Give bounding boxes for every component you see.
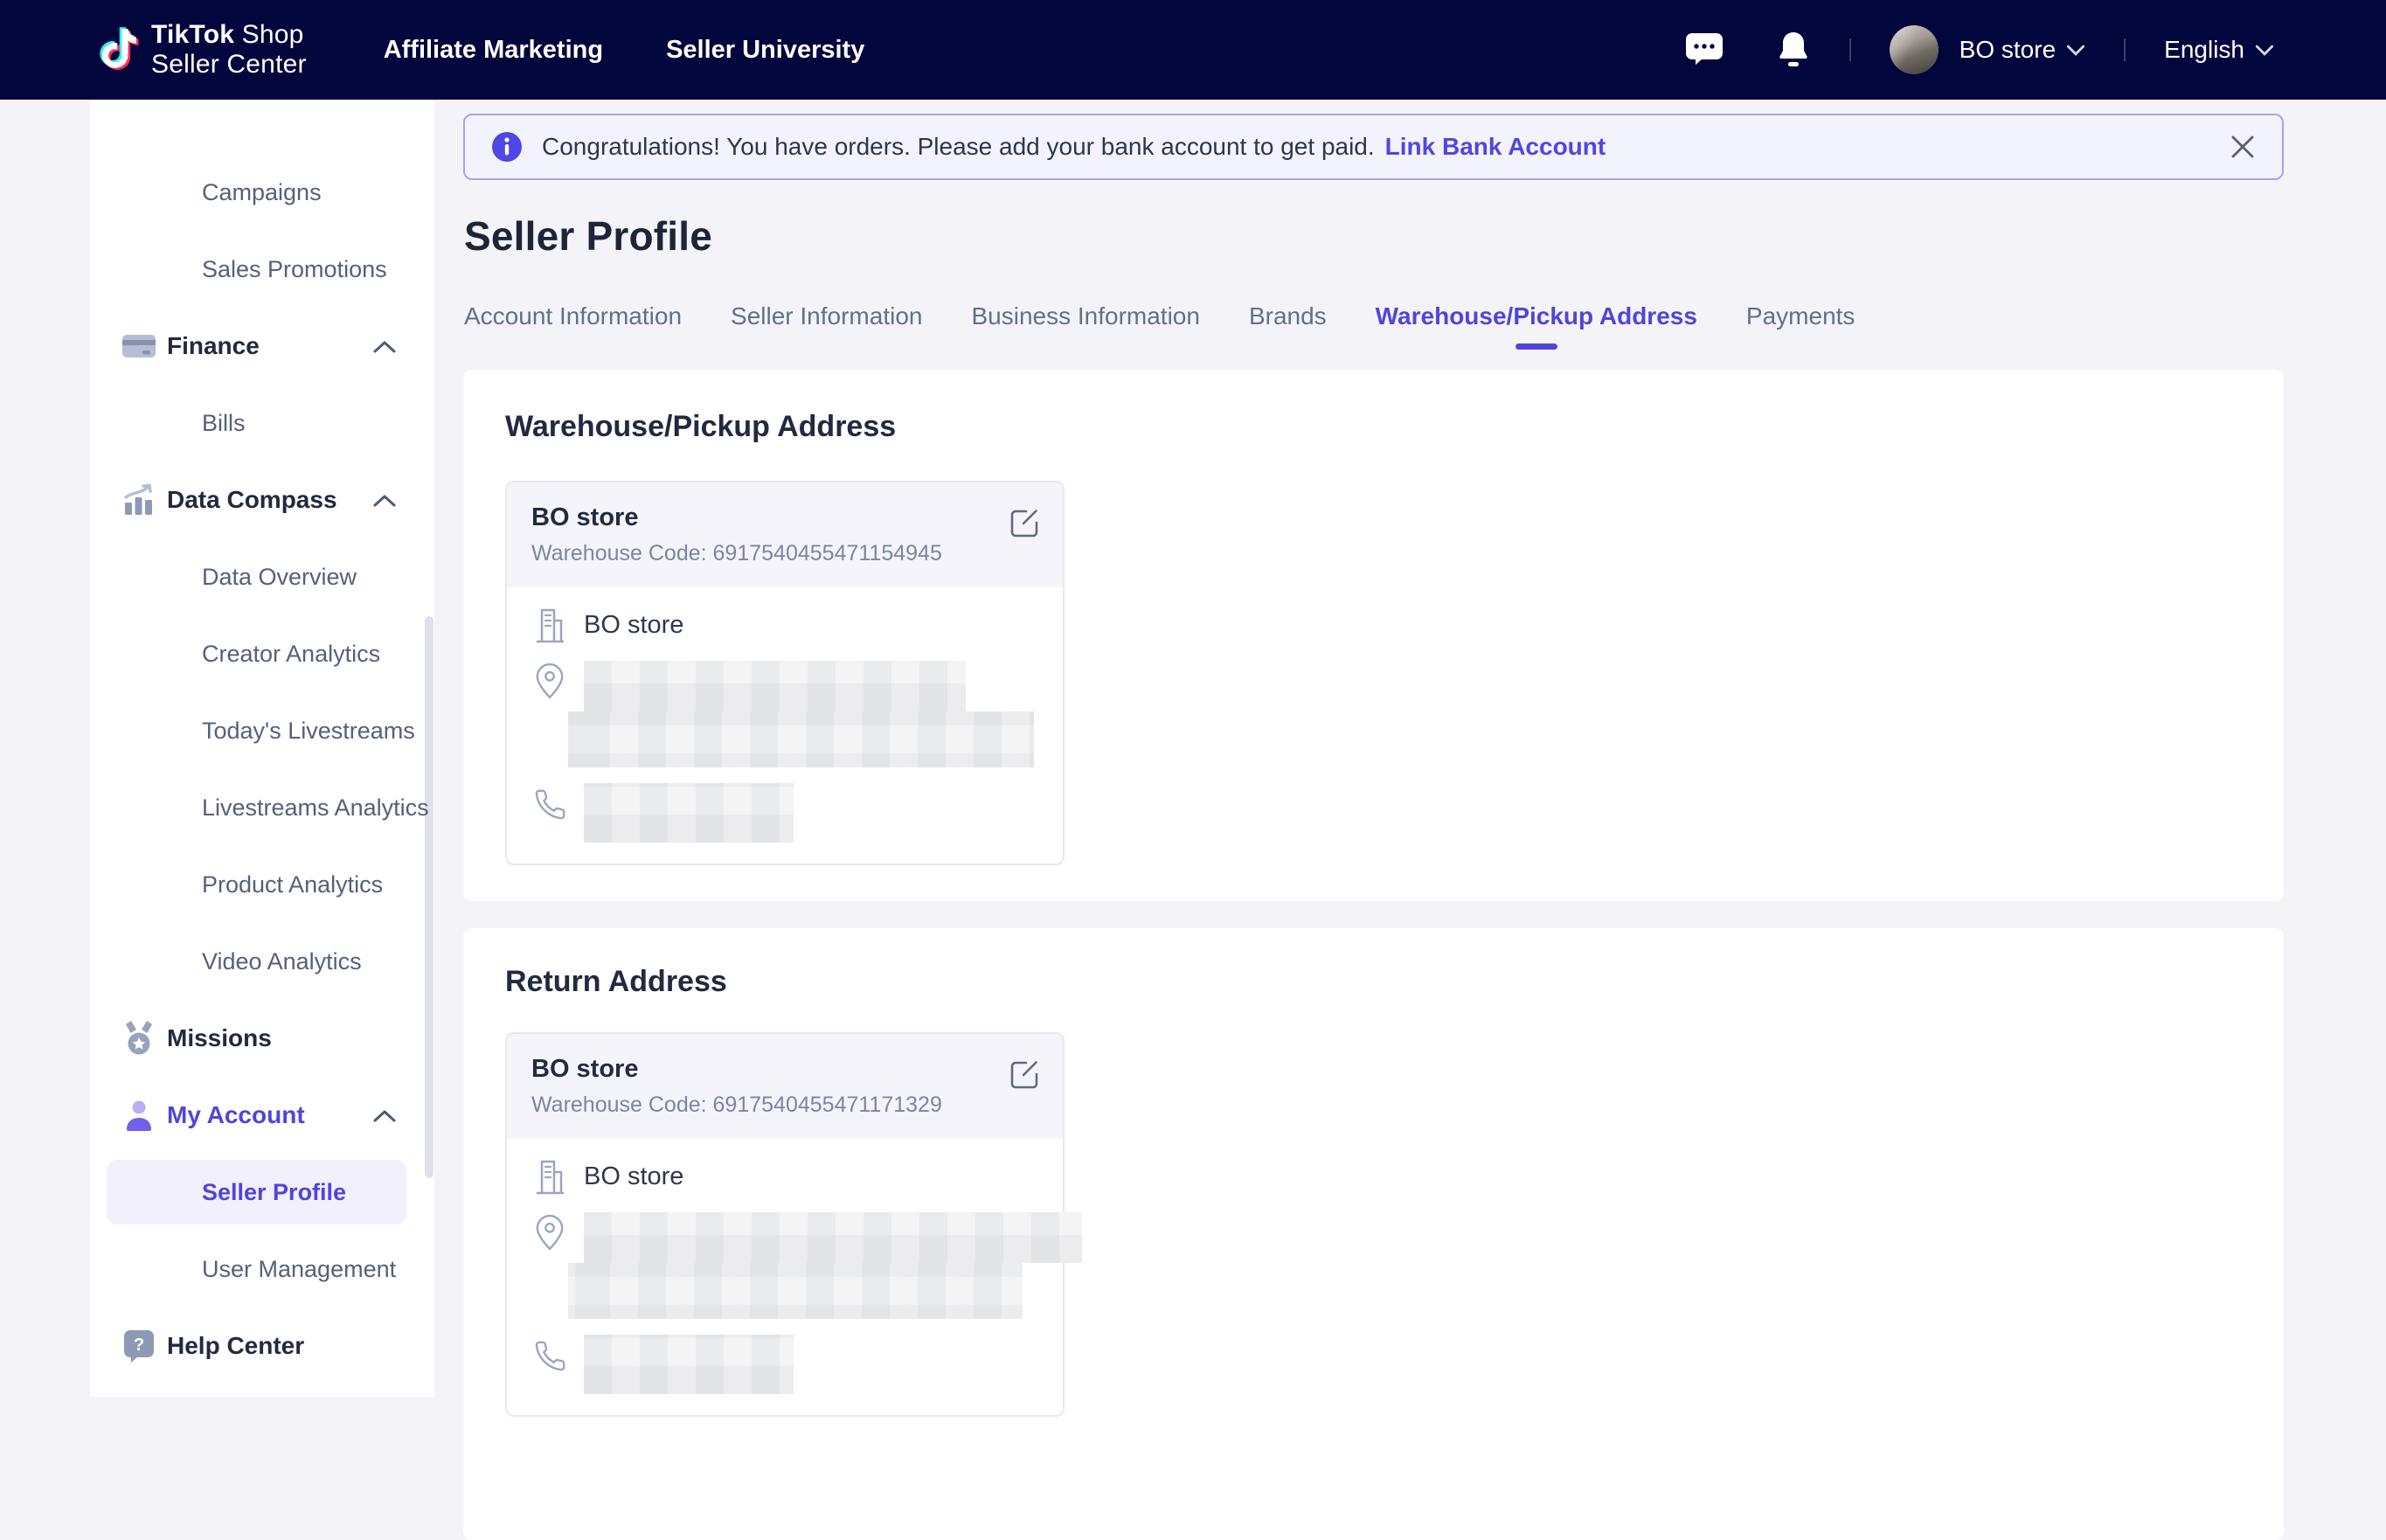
link-bank-account-link[interactable]: Link Bank Account [1385,133,1606,161]
divider [1849,38,1851,61]
location-pin-icon [531,662,568,699]
warehouse-address-card: BO store Warehouse Code: 691754045547115… [505,481,1065,865]
warehouse-section-heading: Warehouse/Pickup Address [505,370,2284,444]
return-address-card: BO store Warehouse Code: 691754045547117… [505,1032,1065,1417]
redacted-phone [584,783,794,843]
nav-link-affiliate-marketing[interactable]: Affiliate Marketing [384,36,603,65]
info-icon [491,131,523,163]
sidebar-item-livestreams-analytics[interactable]: Livestreams Analytics [90,769,434,846]
sidebar-item-user-management[interactable]: User Management [90,1231,434,1308]
redacted-phone [584,1335,794,1394]
chevron-up-icon [373,340,396,353]
nav-link-seller-university[interactable]: Seller University [666,36,864,65]
warehouse-name: BO store [531,503,1038,532]
language-switcher[interactable]: English [2164,36,2274,64]
sidebar: Campaigns Sales Promotions Finance Bills [90,100,434,1397]
tiktok-note-icon [90,22,139,78]
sidebar-item-help-center[interactable]: ? Help Center [90,1308,434,1384]
return-address-section: Return Address BO store Warehouse Code: … [463,928,2284,1540]
tab-payments[interactable]: Payments [1746,302,1855,344]
edit-icon[interactable] [1007,1057,1042,1092]
banner-message: Congratulations! You have orders. Please… [542,133,1375,161]
sidebar-item-data-overview[interactable]: Data Overview [90,538,434,615]
close-icon[interactable] [2230,134,2256,160]
svg-text:?: ? [134,1335,144,1355]
sidebar-item-video-analytics[interactable]: Video Analytics [90,923,434,1000]
store-avatar [1890,25,1939,74]
sidebar-item-creator-analytics[interactable]: Creator Analytics [90,615,434,692]
bar-chart-icon [121,481,156,519]
top-navbar: TikTok Shop Seller Center Affiliate Mark… [0,0,2386,100]
sidebar-item-finance[interactable]: Finance [90,308,434,385]
address-card-body: BO store [507,1139,1063,1415]
warehouse-code: Warehouse Code: 6917540455471171329 [531,1093,1038,1118]
chevron-up-icon [373,494,396,507]
location-pin-icon [531,1214,568,1251]
sidebar-item-seller-profile[interactable]: Seller Profile [90,1154,434,1231]
sidebar-menu: Campaigns Sales Promotions Finance Bills [90,100,434,1384]
medal-icon [121,1019,156,1058]
tab-brands[interactable]: Brands [1249,302,1327,344]
tab-seller-information[interactable]: Seller Information [731,302,922,344]
warehouse-company-name: BO store [584,611,683,640]
sidebar-item-data-compass[interactable]: Data Compass [90,461,434,538]
address-card-header: BO store Warehouse Code: 691754045547117… [507,1034,1063,1139]
notifications-bell-icon[interactable] [1776,31,1811,69]
phone-icon [531,1340,568,1373]
warehouse-code: Warehouse Code: 6917540455471154945 [531,541,1038,566]
warehouse-name: BO store [531,1055,1038,1084]
divider [2124,38,2126,61]
logo-text: TikTok Shop Seller Center [151,20,307,80]
sidebar-item-campaigns[interactable]: Campaigns [90,154,434,231]
sidebar-item-my-account[interactable]: My Account [90,1077,434,1154]
address-card-body: BO store [507,587,1063,864]
sidebar-scrollbar[interactable] [425,616,434,1178]
chevron-down-icon [2066,45,2085,56]
credit-card-icon [121,327,156,365]
building-icon [531,607,568,643]
redacted-address [568,661,1034,767]
redacted-address [568,1212,1082,1319]
phone-icon [531,788,568,822]
sidebar-item-bills[interactable]: Bills [90,385,434,461]
help-icon: ? [121,1327,156,1365]
return-company-name: BO store [584,1162,683,1191]
chevron-down-icon [2255,45,2274,56]
messages-icon[interactable] [1685,32,1724,67]
primary-nav: Affiliate Marketing Seller University [384,36,865,65]
tab-business-information[interactable]: Business Information [971,302,1199,344]
tiktok-shop-logo[interactable]: TikTok Shop Seller Center [90,20,307,80]
sidebar-item-missions[interactable]: Missions [90,1000,434,1077]
chevron-up-icon [373,1109,396,1122]
store-name: BO store [1959,36,2056,64]
sidebar-item-product-analytics[interactable]: Product Analytics [90,846,434,923]
sidebar-item-sales-promotions[interactable]: Sales Promotions [90,231,434,308]
address-card-header: BO store Warehouse Code: 691754045547115… [507,482,1063,587]
notification-banner: Congratulations! You have orders. Please… [463,114,2284,180]
warehouse-pickup-section: Warehouse/Pickup Address BO store Wareho… [463,370,2284,901]
navbar-right: BO store English [1685,0,2274,100]
edit-icon[interactable] [1007,505,1042,540]
return-section-heading: Return Address [505,928,2284,999]
sidebar-item-todays-livestreams[interactable]: Today's Livestreams [90,692,434,769]
profile-tabs: Account Information Seller Information B… [464,302,1855,344]
language-label: English [2164,36,2244,64]
store-switcher[interactable]: BO store [1890,25,2085,74]
page-title: Seller Profile [464,212,712,260]
tab-warehouse-pickup-address[interactable]: Warehouse/Pickup Address [1376,302,1697,344]
building-icon [531,1158,568,1195]
person-icon [121,1096,156,1134]
tab-account-information[interactable]: Account Information [464,302,682,344]
